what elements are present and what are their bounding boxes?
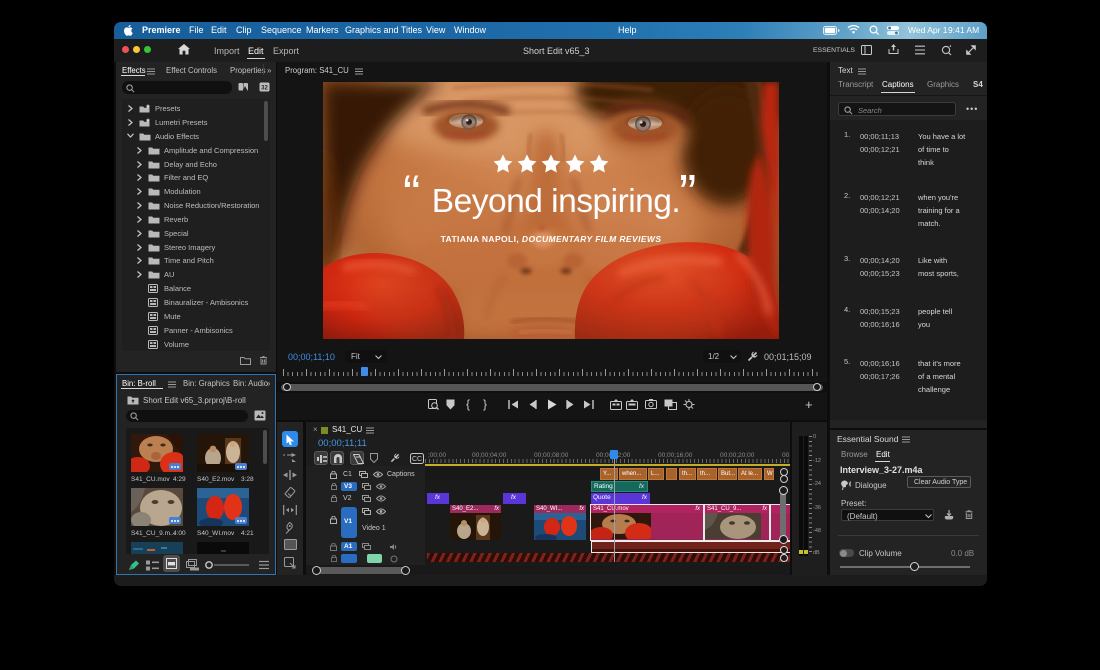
svg-text:TATIANA NAPOLI, DOCUMENTARY FI: TATIANA NAPOLI, DOCUMENTARY FILM REVIEWS — [441, 234, 662, 244]
svg-text:32: 32 — [261, 85, 268, 91]
svg-text:”: ” — [679, 165, 696, 223]
svg-text:“: “ — [403, 165, 420, 223]
svg-text:CC: CC — [412, 456, 422, 463]
svg-text:Beyond inspiring.: Beyond inspiring. — [432, 183, 681, 220]
